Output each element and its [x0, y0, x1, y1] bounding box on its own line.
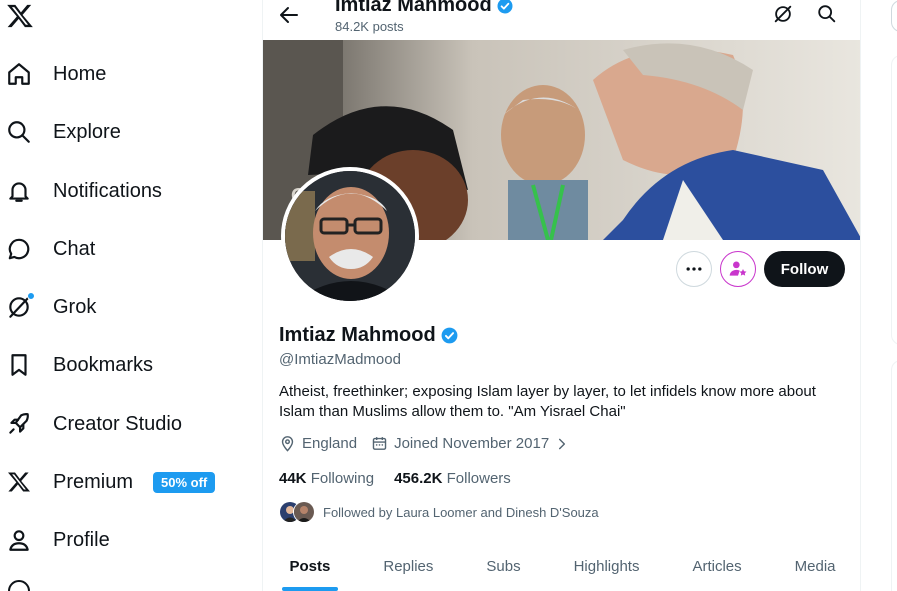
sidebar-item-label: Grok [53, 295, 97, 318]
location-pin-icon [281, 436, 294, 452]
tab-highlights[interactable]: Highlights [547, 545, 666, 591]
ellipsis-icon [686, 267, 702, 271]
location-text: England [302, 435, 358, 452]
sidebar-nav: Home Explore Notifications Chat Grok Boo… [0, 0, 262, 591]
follow-stats: 44K Following 456.2K Followers [279, 470, 511, 487]
joined-item[interactable]: Joined November 2017 [371, 435, 569, 452]
subscribe-button[interactable] [720, 251, 756, 287]
sidebar-item-label: Bookmarks [53, 353, 154, 376]
tab-posts[interactable]: Posts [263, 545, 357, 591]
grok-icon[interactable] [772, 3, 794, 25]
profile-tabs: Posts Replies Subs Highlights Articles M… [263, 545, 860, 591]
following-link[interactable]: 44K Following [279, 470, 374, 487]
sidebar-item-chat[interactable]: Chat [4, 224, 95, 274]
followers-label: Followers [446, 470, 511, 487]
calendar-icon [372, 437, 387, 450]
following-count: 44K [279, 470, 307, 487]
more-options-button[interactable] [676, 251, 712, 287]
verified-badge-icon [497, 0, 513, 13]
sidebar-item-label: Chat [53, 237, 96, 260]
display-name: Imtiaz Mahmood [279, 324, 436, 346]
sidebar-item-explore[interactable]: Explore [4, 107, 121, 157]
tab-replies[interactable]: Replies [357, 545, 460, 591]
bell-icon [5, 177, 33, 205]
person-star-icon [729, 261, 747, 276]
profile-name: Imtiaz Mahmood [279, 324, 459, 347]
profile-avatar[interactable] [281, 167, 419, 305]
right-sidebar-edge [861, 0, 897, 591]
sidebar-card-edge [891, 55, 897, 345]
followed-by-text: Followed by Laura Loomer and Dinesh D'So… [323, 504, 599, 520]
sidebar-item-premium[interactable]: Premium 50% off [4, 457, 216, 507]
grok-icon [5, 292, 35, 321]
sidebar-item-notifications[interactable]: Notifications [4, 166, 162, 216]
search-box-edge[interactable] [891, 0, 897, 32]
sidebar-item-bookmarks[interactable]: Bookmarks [4, 340, 153, 390]
sidebar-item-label: Premium [53, 470, 134, 493]
following-label: Following [310, 470, 375, 487]
sidebar-item-label: Notifications [53, 179, 162, 202]
profile-meta: England Joined November 2017 [279, 435, 583, 452]
verified-badge-icon[interactable] [440, 326, 459, 345]
location-item: England [279, 435, 357, 452]
sidebar-item-profile[interactable]: Profile [4, 515, 110, 565]
followed-by-row[interactable]: Followed by Laura Loomer and Dinesh D'So… [279, 501, 599, 523]
sidebar-item-label: Explore [53, 120, 121, 143]
sidebar-item-label: Profile [53, 528, 110, 551]
back-arrow-icon[interactable] [277, 3, 301, 27]
header-name: Imtiaz Mahmood [335, 0, 492, 16]
x-logo-icon [5, 468, 33, 496]
home-icon [5, 60, 33, 88]
bookmark-icon [5, 351, 33, 379]
tab-media[interactable]: Media [768, 545, 860, 591]
posts-count: 84.2K posts [335, 19, 404, 34]
rocket-icon [5, 410, 33, 438]
sidebar-item-creator-studio[interactable]: Creator Studio [4, 399, 182, 449]
followers-link[interactable]: 456.2K Followers [394, 470, 511, 487]
search-icon[interactable] [816, 3, 838, 25]
sidebar-card-edge [891, 360, 897, 591]
discount-badge: 50% off [153, 471, 216, 493]
chat-bubble-icon [5, 235, 33, 263]
followers-count: 456.2K [394, 470, 443, 487]
header-title: Imtiaz Mahmood [335, 0, 514, 17]
profile-bio: Atheist, freethinker; exposing Islam lay… [279, 383, 816, 420]
sidebar-item-label: Creator Studio [53, 412, 182, 435]
person-icon [5, 526, 33, 554]
follower-avatar [293, 501, 315, 523]
sidebar-item-grok[interactable]: Grok [4, 282, 96, 332]
sidebar-item-label: Home [53, 62, 107, 85]
profile-header-bar: Imtiaz Mahmood 84.2K posts [263, 0, 860, 40]
profile-column: OY ST Imtiaz Mahmood 84.2K posts [262, 0, 861, 591]
tab-subs[interactable]: Subs [460, 545, 547, 591]
joined-text: Joined November 2017 [394, 435, 550, 452]
follow-button[interactable]: Follow [764, 251, 845, 287]
x-logo-icon[interactable] [6, 2, 34, 30]
notification-dot [27, 292, 35, 300]
more-circle-icon[interactable] [8, 580, 30, 591]
profile-handle: @ImtiazMadmood [279, 351, 401, 368]
tab-articles[interactable]: Articles [666, 545, 768, 591]
search-icon [5, 118, 33, 146]
chevron-right-icon [559, 438, 566, 449]
sidebar-item-home[interactable]: Home [4, 49, 106, 99]
